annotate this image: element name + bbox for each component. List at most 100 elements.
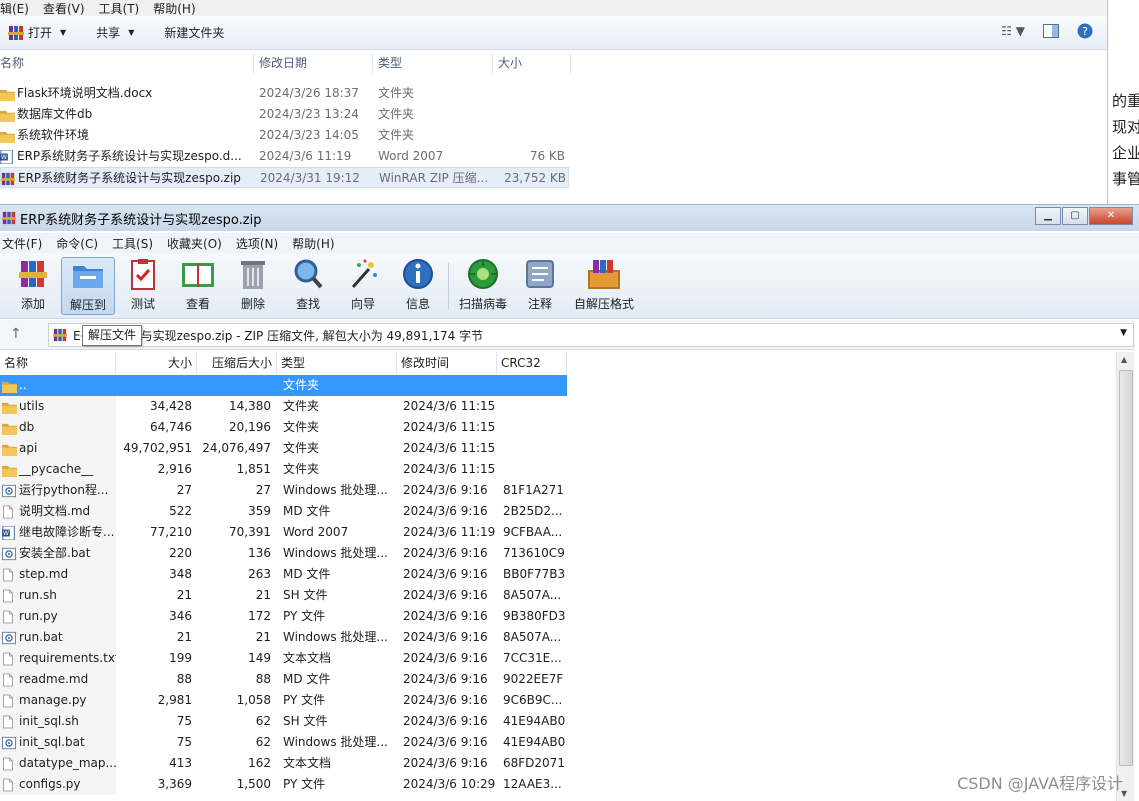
scan-virus-button[interactable]: 扫描病毒 xyxy=(455,257,511,315)
archive-file-row[interactable]: requirements.txt 199 149 文本文档 2024/3/6 9:16 7… xyxy=(0,648,1116,669)
chevron-down-icon[interactable]: ▼ xyxy=(1120,328,1127,338)
maximize-button[interactable]: ▢ xyxy=(1062,207,1088,225)
file-modified: 2024/3/6 9:16 xyxy=(403,483,488,497)
file-crc32: 68FD2071 xyxy=(503,756,565,770)
menu-options[interactable]: 选项(N) xyxy=(236,235,278,252)
file-packed-size: 263 xyxy=(248,567,271,581)
menu-favorites[interactable]: 收藏夹(O) xyxy=(167,235,222,252)
explorer-file-row[interactable]: 数据库文件db 2024/3/23 13:24 文件夹 xyxy=(0,104,1107,125)
delete-button[interactable]: 删除 xyxy=(232,257,274,315)
view-button[interactable]: 查看 xyxy=(176,257,220,315)
archive-file-row[interactable]: .. 文件夹 xyxy=(0,375,1116,396)
archive-file-row[interactable]: run.sh 21 21 SH 文件 2024/3/6 9:16 8A507A... xyxy=(0,585,1116,606)
file-packed-size: 27 xyxy=(255,483,271,497)
archive-file-row[interactable]: W 继电故障诊断专... 77,210 70,391 Word 2007 2024/3/6… xyxy=(0,522,1116,543)
column-name[interactable]: 名称 xyxy=(0,52,254,74)
archive-file-row[interactable]: 运行python程... 27 27 Windows 批处理... 2024/3/6 9… xyxy=(0,480,1116,501)
archive-file-row[interactable]: api 49,702,951 24,076,497 文件夹 2024/3/6 11:15 xyxy=(0,438,1116,459)
archive-file-row[interactable]: configs.py 3,369 1,500 PY 文件 2024/3/6 10:29 1… xyxy=(0,774,1116,795)
archive-file-row[interactable]: manage.py 2,981 1,058 PY 文件 2024/3/6 9:16 9C6… xyxy=(0,690,1116,711)
view-options-icon[interactable]: ☷ ▼ xyxy=(1001,24,1025,38)
info-icon xyxy=(403,259,433,289)
file-size: 77,210 xyxy=(150,525,192,539)
sfx-button[interactable]: 自解压格式 xyxy=(570,257,638,315)
help-icon[interactable]: ? xyxy=(1077,23,1093,39)
column-size[interactable]: 大小 xyxy=(116,352,197,374)
winrar-titlebar[interactable]: ERP系统财务子系统设计与实现zespo.zip ▁ ▢ ✕ xyxy=(0,205,1139,231)
explorer-file-row[interactable]: W ERP系统财务子系统设计与实现zespo.d... 2024/3/6 11:19… xyxy=(0,146,1107,167)
archive-file-row[interactable]: utils 34,428 14,380 文件夹 2024/3/6 11:15 xyxy=(0,396,1116,417)
open-button[interactable]: 打开 ▼ xyxy=(8,24,66,41)
background-document-text: 的重 现对 企业 事管 xyxy=(1112,88,1139,192)
test-button[interactable]: 测试 xyxy=(122,257,164,315)
scrollbar-thumb[interactable] xyxy=(1119,370,1133,766)
share-button[interactable]: 共享 ▼ xyxy=(96,24,134,41)
file-icon xyxy=(2,589,16,603)
column-name[interactable]: 名称 xyxy=(0,352,116,374)
text-fragment: 的重 xyxy=(1112,92,1139,110)
wizard-button[interactable]: 向导 xyxy=(342,257,384,315)
open-label: 打开 xyxy=(28,26,53,40)
info-button[interactable]: 信息 xyxy=(397,257,439,315)
column-type[interactable]: 类型 xyxy=(277,352,397,374)
menu-tools[interactable]: 工具(S) xyxy=(112,235,153,252)
close-button[interactable]: ✕ xyxy=(1089,207,1133,225)
file-crc32 xyxy=(497,417,567,438)
file-packed-size: 149 xyxy=(248,651,271,665)
menu-file[interactable]: 文件(F) xyxy=(2,235,42,252)
find-button[interactable]: 查找 xyxy=(287,257,329,315)
column-modified[interactable]: 修改时间 xyxy=(397,352,497,374)
archive-file-row[interactable]: run.py 346 172 PY 文件 2024/3/6 9:16 9B380FD3 xyxy=(0,606,1116,627)
file-size xyxy=(493,125,565,146)
file-name: step.md xyxy=(19,567,69,581)
add-button[interactable]: 添加 xyxy=(12,257,54,315)
explorer-file-row[interactable]: 系统软件环境 2024/3/23 14:05 文件夹 xyxy=(0,125,1107,146)
archive-file-row[interactable]: db 64,746 20,196 文件夹 2024/3/6 11:15 xyxy=(0,417,1116,438)
file-type: 文件夹 xyxy=(378,107,415,121)
column-date[interactable]: 修改日期 xyxy=(254,52,373,74)
file-name: utils xyxy=(19,399,45,413)
up-arrow-icon[interactable]: ↑ xyxy=(10,326,22,342)
explorer-menu-help[interactable]: 帮助(H) xyxy=(153,0,195,17)
file-name: configs.py xyxy=(19,777,81,791)
archive-path-field[interactable]: E子系统设计与实现zespo.zip - ZIP 压缩文件, 解包大小为 49,… xyxy=(48,323,1134,347)
file-modified: 2024/3/6 9:16 xyxy=(403,714,488,728)
archive-file-row[interactable]: step.md 348 263 MD 文件 2024/3/6 9:16 BB0F77B3 xyxy=(0,564,1116,585)
minimize-button[interactable]: ▁ xyxy=(1035,207,1061,225)
column-crc32[interactable]: CRC32 xyxy=(497,352,567,374)
column-type[interactable]: 类型 xyxy=(373,52,493,74)
file-crc32: 7CC31E... xyxy=(503,651,562,665)
file-type: MD 文件 xyxy=(283,567,331,581)
archive-file-row[interactable]: readme.md 88 88 MD 文件 2024/3/6 9:16 9022EE7F xyxy=(0,669,1116,690)
column-size[interactable]: 大小 xyxy=(493,52,571,74)
explorer-file-row[interactable]: ERP系统财务子系统设计与实现zespo.zip 2024/3/31 19:12 W… xyxy=(0,167,569,188)
file-modified: 2024/3/6 9:16 xyxy=(403,546,488,560)
folder-icon xyxy=(2,442,17,456)
archive-file-row[interactable]: 安装全部.bat 220 136 Windows 批处理... 2024/3/6 9:1… xyxy=(0,543,1116,564)
archive-file-row[interactable]: __pycache__ 2,916 1,851 文件夹 2024/3/6 11:15 xyxy=(0,459,1116,480)
virus-scan-icon xyxy=(468,259,498,289)
vertical-scrollbar[interactable]: ▲ ▼ xyxy=(1116,352,1134,801)
explorer-menu-edit[interactable]: 辑(E) xyxy=(0,0,29,17)
file-size: 3,369 xyxy=(157,777,192,791)
text-fragment: 现对 xyxy=(1112,118,1139,136)
extract-to-button[interactable]: 解压到 xyxy=(61,257,115,315)
explorer-file-row[interactable]: Flask环境说明文档.docx 2024/3/26 18:37 文件夹 xyxy=(0,83,1107,104)
add-label: 添加 xyxy=(20,297,45,311)
archive-file-row[interactable]: run.bat 21 21 Windows 批处理... 2024/3/6 9:16 8A… xyxy=(0,627,1116,648)
new-folder-button[interactable]: 新建文件夹 xyxy=(164,24,224,41)
file-type: Word 2007 xyxy=(378,149,444,163)
archive-file-row[interactable]: init_sql.sh 75 62 SH 文件 2024/3/6 9:16 41E94AB… xyxy=(0,711,1116,732)
explorer-menu-view[interactable]: 查看(V) xyxy=(43,0,85,17)
archive-file-row[interactable]: datatype_map.... 413 162 文本文档 2024/3/6 9:16 6… xyxy=(0,753,1116,774)
scroll-up-icon[interactable]: ▲ xyxy=(1121,355,1127,364)
archive-file-row[interactable]: 说明文档.md 522 359 MD 文件 2024/3/6 9:16 2B25D2... xyxy=(0,501,1116,522)
comment-button[interactable]: 注释 xyxy=(519,257,561,315)
file-type: 文件夹 xyxy=(283,462,320,476)
menu-help[interactable]: 帮助(H) xyxy=(292,235,334,252)
menu-commands[interactable]: 命令(C) xyxy=(56,235,98,252)
preview-pane-icon[interactable] xyxy=(1043,24,1059,38)
archive-file-row[interactable]: init_sql.bat 75 62 Windows 批处理... 2024/3/6 9… xyxy=(0,732,1116,753)
column-packed-size[interactable]: 压缩后大小 xyxy=(197,352,277,374)
explorer-menu-tools[interactable]: 工具(T) xyxy=(99,0,140,17)
